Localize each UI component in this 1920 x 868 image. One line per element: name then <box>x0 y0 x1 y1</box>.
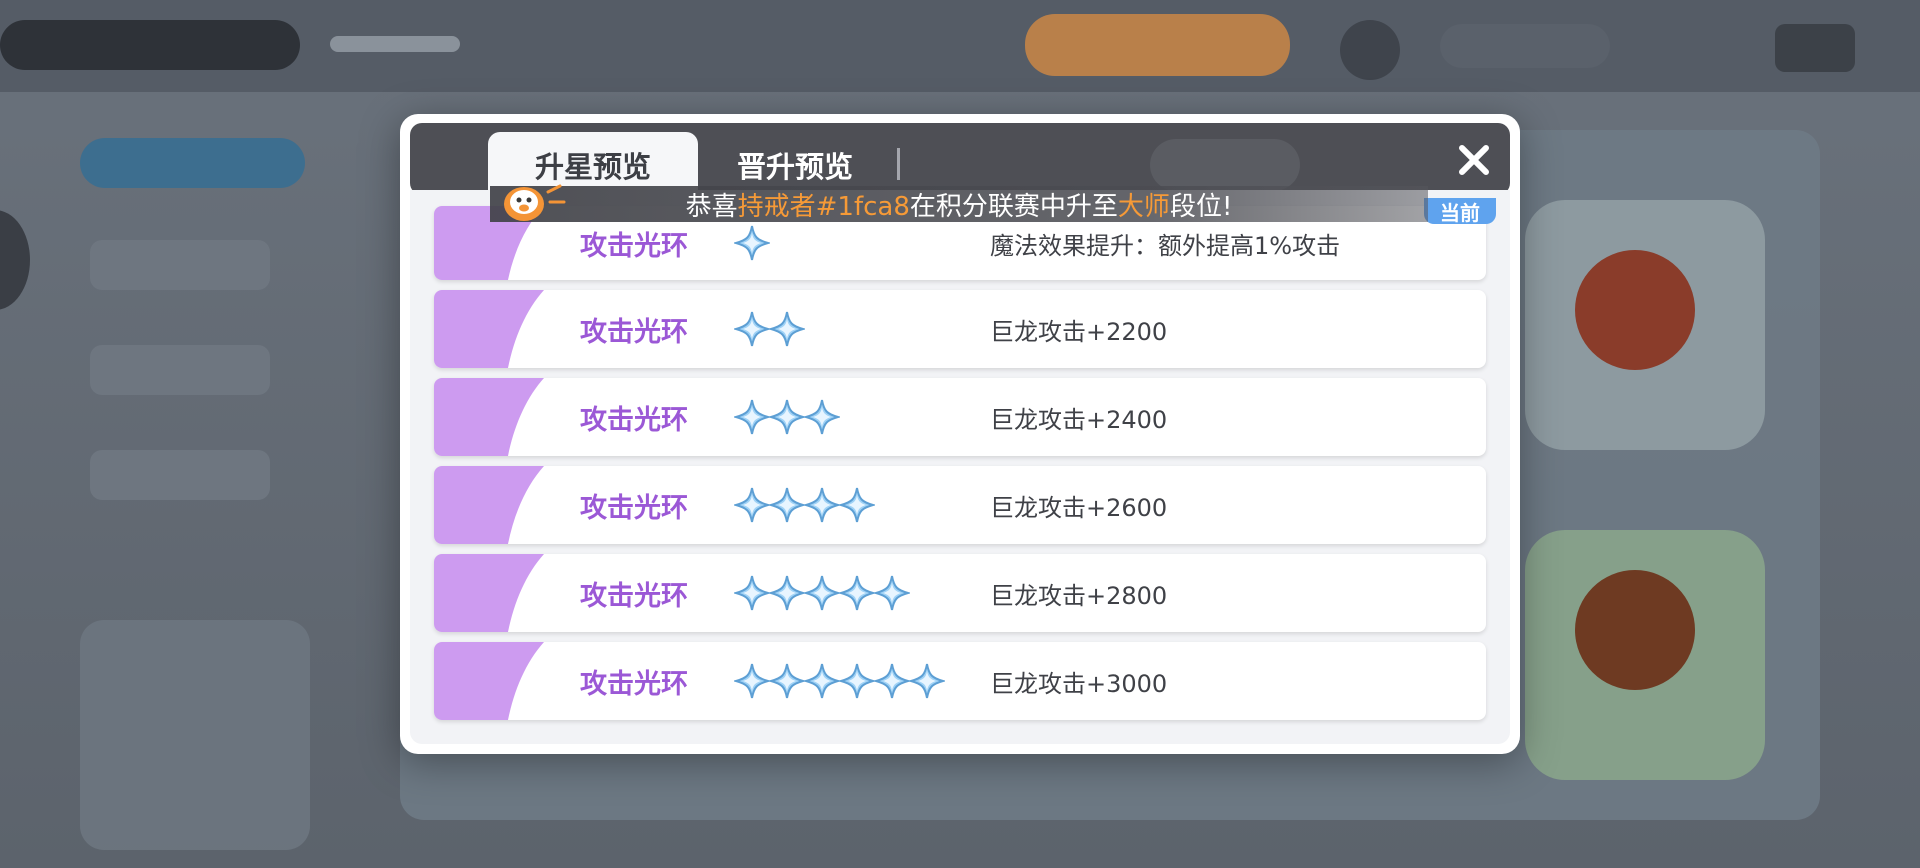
star-icon <box>734 399 770 435</box>
background-nav-pill <box>80 138 305 188</box>
background-currency-pill <box>1440 24 1610 68</box>
row-accent-decoration <box>434 642 544 720</box>
star-icon <box>804 487 840 523</box>
star-icon <box>839 663 875 699</box>
background-resource-pill <box>0 20 300 70</box>
star-icon <box>839 575 875 611</box>
row-skill-name: 攻击光环 <box>580 580 688 612</box>
star-icon <box>734 575 770 611</box>
row-skill-name: 攻击光环 <box>580 404 688 436</box>
star-icon <box>769 399 805 435</box>
row-effect-description: 巨龙攻击+2200 <box>990 317 1168 346</box>
background-sidebar-item <box>90 240 270 290</box>
row-star-rating <box>734 554 910 632</box>
star-icon <box>804 663 840 699</box>
star-icon <box>734 663 770 699</box>
row-accent-decoration <box>434 378 544 456</box>
star-icon <box>874 663 910 699</box>
close-button[interactable] <box>1450 136 1498 184</box>
star-level-row: 攻击光环 巨龙攻击+2800 <box>434 554 1486 632</box>
star-icon <box>769 311 805 347</box>
mascot-icon <box>504 184 566 221</box>
announcement-banner: 恭喜持戒者#1fca8在积分联赛中升至大师段位! <box>490 186 1428 222</box>
background-side-orb <box>0 210 30 310</box>
row-skill-name: 攻击光环 <box>580 668 688 700</box>
header-dragon-watermark <box>1150 139 1300 191</box>
background-avatar <box>1340 20 1400 80</box>
announcement-suffix: 段位! <box>1169 191 1233 222</box>
star-icon <box>769 663 805 699</box>
announcement-text: 恭喜持戒者#1fca8在积分联赛中升至大师段位! <box>686 186 1233 223</box>
background-reward-orb <box>1575 250 1695 370</box>
star-icon <box>874 575 910 611</box>
row-star-rating <box>734 290 805 368</box>
announcement-prefix: 恭喜 <box>685 191 738 222</box>
star-level-row: 攻击光环 巨龙攻击+2400 <box>434 378 1486 456</box>
star-icon <box>734 311 770 347</box>
background-side-panel <box>80 620 310 850</box>
announcement-rank: 大师 <box>1117 191 1170 222</box>
close-icon <box>1459 145 1489 175</box>
row-skill-name: 攻击光环 <box>580 492 688 524</box>
tab-divider <box>897 148 900 180</box>
current-level-badge: 当前 <box>1424 198 1496 225</box>
announcement-middle: 在积分联赛中升至 <box>909 191 1118 222</box>
background-sidebar-item <box>90 450 270 500</box>
star-icon <box>804 575 840 611</box>
row-effect-description: 巨龙攻击+3000 <box>990 669 1168 698</box>
row-star-rating <box>734 466 875 544</box>
star-icon <box>909 663 945 699</box>
announcement-player-name: 持戒者#1fca8 <box>737 191 910 222</box>
star-icon <box>804 399 840 435</box>
row-effect-description: 巨龙攻击+2400 <box>990 405 1168 434</box>
background-blur-text <box>330 36 460 52</box>
star-icon <box>734 487 770 523</box>
star-icon <box>769 487 805 523</box>
row-skill-name: 攻击光环 <box>580 316 688 348</box>
row-star-rating <box>734 642 945 720</box>
star-icon <box>839 487 875 523</box>
star-icon <box>769 575 805 611</box>
background-menu-button <box>1775 24 1855 72</box>
star-icon <box>734 225 770 261</box>
row-accent-decoration <box>434 290 544 368</box>
row-star-rating <box>734 378 840 456</box>
background-event-banner <box>1025 14 1290 76</box>
background-sidebar-item <box>90 345 270 395</box>
row-accent-decoration <box>434 466 544 544</box>
star-level-row: 攻击光环 巨龙攻击+2600 <box>434 466 1486 544</box>
star-level-row: 攻击光环 巨龙攻击+3000 <box>434 642 1486 720</box>
row-effect-description: 巨龙攻击+2800 <box>990 581 1168 610</box>
row-effect-description: 巨龙攻击+2600 <box>990 493 1168 522</box>
star-level-row: 攻击光环 巨龙攻击+2200 <box>434 290 1486 368</box>
row-accent-decoration <box>434 554 544 632</box>
background-reward-orb <box>1575 570 1695 690</box>
